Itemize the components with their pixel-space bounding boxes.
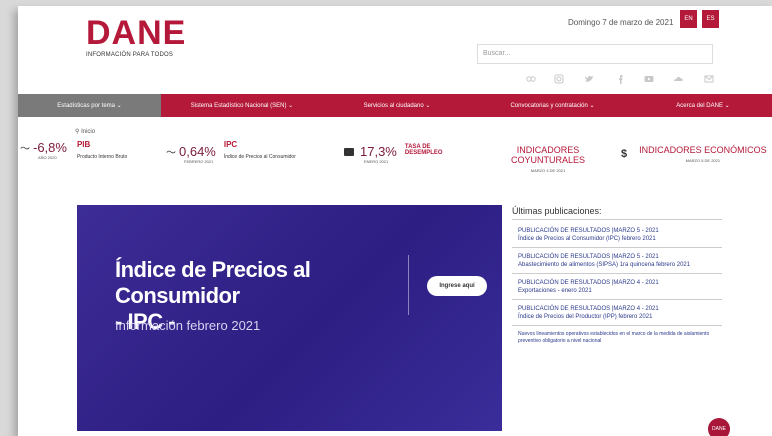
briefcase-icon xyxy=(344,147,354,156)
coyunturales-date: MARZO 4 DE 2021 xyxy=(530,168,566,173)
publication-title: Índice de Precios del Productor (IPP) fe… xyxy=(518,314,653,320)
ipc-title: IPC xyxy=(223,140,238,149)
indicators-economicos[interactable]: $ INDICADORES ECONÓMICOS MARZO 5 DE 2021 xyxy=(621,145,767,163)
ipc-value: 0,64% xyxy=(179,144,216,159)
desempleo-date: ENERO 2021 xyxy=(364,159,389,164)
main-nav: Estadísticas por tema ⌄ Sistema Estadíst… xyxy=(18,94,772,117)
lang-en-button[interactable]: EN xyxy=(680,10,697,28)
pib-value: -6,8% xyxy=(33,140,67,155)
nav-label: Sistema Estadístico Nacional (SEN) xyxy=(190,102,287,109)
page: DANE INFORMACIÓN PARA TODOS Domingo 7 de… xyxy=(18,6,772,436)
chevron-down-icon: ⌄ xyxy=(423,103,431,109)
instagram-icon[interactable] xyxy=(554,74,564,87)
nav-label: Convocatorias y contratación xyxy=(510,102,588,109)
breadcrumb-home: Inicio xyxy=(81,129,96,135)
logo-wordmark: DANE xyxy=(86,14,187,52)
flickr-icon[interactable] xyxy=(526,74,536,87)
pib-desc: Producto Interno Bruto xyxy=(76,154,128,160)
lang-es-button[interactable]: ES xyxy=(702,10,719,28)
chevron-down-icon: ⌄ xyxy=(286,103,294,109)
facebook-icon[interactable] xyxy=(615,74,625,87)
publication-item[interactable]: PUBLICACIÓN DE RESULTADOS |MARZO 5 - 202… xyxy=(512,250,722,274)
publication-title: Índice de Precios al Consumidor (IPC) fe… xyxy=(518,236,656,242)
indicators-coyunturales[interactable]: INDICADORES COYUNTURALES MARZO 4 DE 2021 xyxy=(483,145,613,173)
indicator-ipc[interactable]: 〜 0,64% FEBRERO 2021 IPC Índice de Preci… xyxy=(166,140,296,164)
publication-meta: PUBLICACIÓN DE RESULTADOS |MARZO 5 - 202… xyxy=(518,254,659,260)
ingrese-button[interactable]: Ingrese aquí xyxy=(427,276,487,296)
indicator-pib[interactable]: 〜 -6,8% AÑO 2020 PIB Producto Interno Br… xyxy=(20,140,127,160)
nav-label: Servicios al ciudadano xyxy=(363,102,424,109)
soundcloud-icon[interactable] xyxy=(673,74,683,87)
youtube-icon[interactable] xyxy=(644,74,654,87)
ipc-date: FEBRERO 2021 xyxy=(184,159,214,164)
economicos-date: MARZO 5 DE 2021 xyxy=(685,158,721,163)
economicos-title: INDICADORES ECONÓMICOS xyxy=(639,145,767,155)
search-input[interactable]: Buscar... xyxy=(477,44,713,64)
pib-date: AÑO 2020 xyxy=(38,155,57,160)
publication-title: Exportaciones - enero 2021 xyxy=(518,288,592,294)
banner-divider xyxy=(408,255,409,315)
location-pin-icon: ⚲ xyxy=(75,129,80,135)
ipc-banner[interactable]: Índice de Precios al Consumidor - IPC - … xyxy=(77,205,502,431)
publication-meta: PUBLICACIÓN DE RESULTADOS |MARZO 5 - 202… xyxy=(518,228,659,234)
dollar-icon: $ xyxy=(621,148,628,160)
publication-title: Abastecimiento de alimentos (SIPSA) 1ra … xyxy=(518,262,691,268)
publication-item[interactable]: PUBLICACIÓN DE RESULTADOS |MARZO 4 - 202… xyxy=(512,276,722,300)
publications-title: Últimas publicaciones: xyxy=(512,206,722,220)
chevron-down-icon: ⌄ xyxy=(722,103,730,109)
chevron-down-icon: ⌄ xyxy=(115,103,122,109)
email-icon[interactable] xyxy=(704,74,714,87)
nav-label: Acerca del DANE xyxy=(676,102,723,109)
logo-tagline: INFORMACIÓN PARA TODOS xyxy=(86,52,174,58)
nav-item-servicios[interactable]: Servicios al ciudadano ⌄ xyxy=(323,94,471,117)
banner-subtitle: Información febrero 2021 xyxy=(115,318,261,333)
dane-chat-badge[interactable]: DANE xyxy=(708,418,730,436)
coyunturales-title: INDICADORES COYUNTURALES xyxy=(510,145,585,165)
desempleo-value: 17,3% xyxy=(360,144,397,159)
current-date: Domingo 7 de marzo de 2021 xyxy=(568,18,674,27)
latest-publications: Últimas publicaciones: PUBLICACIÓN DE RE… xyxy=(512,206,722,345)
nav-label: Estadísticas por tema xyxy=(57,102,115,109)
publication-meta: PUBLICACIÓN DE RESULTADOS |MARZO 4 - 202… xyxy=(518,280,659,286)
publication-item[interactable]: PUBLICACIÓN DE RESULTADOS |MARZO 4 - 202… xyxy=(512,302,722,326)
publication-note-link[interactable]: Nuevos lineamientos operativos estableci… xyxy=(512,328,722,345)
ipc-desc: Índice de Precios al Consumidor xyxy=(223,154,296,160)
nav-item-convocatorias[interactable]: Convocatorias y contratación ⌄ xyxy=(471,94,634,117)
trend-icon: 〜 xyxy=(166,148,176,159)
publication-meta: PUBLICACIÓN DE RESULTADOS |MARZO 4 - 202… xyxy=(518,306,659,312)
chevron-down-icon: ⌄ xyxy=(587,103,595,109)
nav-item-estadisticas[interactable]: Estadísticas por tema ⌄ xyxy=(18,94,161,117)
nav-item-sen[interactable]: Sistema Estadístico Nacional (SEN) ⌄ xyxy=(161,94,323,117)
banner-title-line1: Índice de Precios al Consumidor xyxy=(115,257,311,308)
indicator-desempleo[interactable]: 17,3% ENERO 2021 TASA DE DESEMPLEO xyxy=(344,144,443,164)
trend-icon: 〜 xyxy=(20,144,30,155)
desempleo-title-2: DESEMPLEO xyxy=(404,150,443,156)
dane-logo[interactable]: DANE INFORMACIÓN PARA TODOS xyxy=(86,16,186,58)
nav-item-acerca[interactable]: Acerca del DANE ⌄ xyxy=(634,94,772,117)
breadcrumb[interactable]: ⚲ Inicio xyxy=(75,128,95,135)
publication-item[interactable]: PUBLICACIÓN DE RESULTADOS |MARZO 5 - 202… xyxy=(512,224,722,248)
pib-title: PIB xyxy=(76,140,91,149)
twitter-icon[interactable] xyxy=(584,74,594,87)
